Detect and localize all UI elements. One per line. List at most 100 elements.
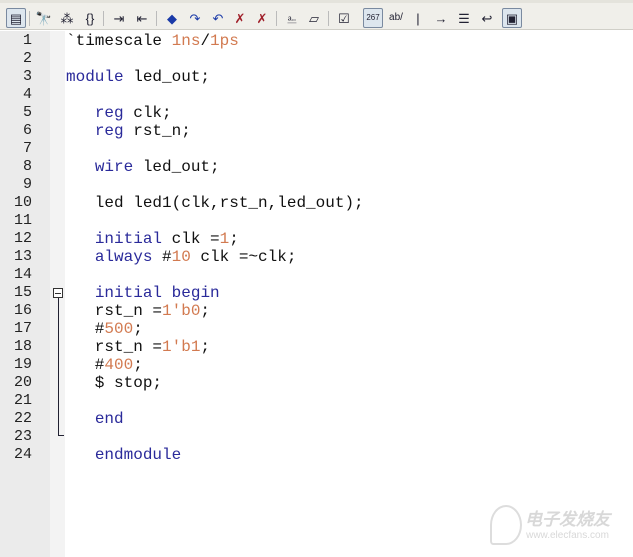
- line-number: 18: [13, 338, 32, 355]
- view-icon[interactable]: ▣: [502, 8, 522, 28]
- code-line[interactable]: always #10 clk =~clk;: [66, 248, 297, 266]
- line-number: 4: [22, 86, 32, 103]
- options-icon[interactable]: ▤: [6, 8, 26, 28]
- number-token: 1ps: [210, 32, 239, 50]
- code-token: led_out;: [123, 68, 211, 86]
- code-token: #: [66, 356, 105, 374]
- code-line[interactable]: end: [66, 410, 124, 428]
- code-line[interactable]: #500;: [66, 320, 143, 338]
- line-number: 13: [13, 248, 32, 265]
- line-number: 24: [13, 446, 32, 463]
- scroll-icon[interactable]: ▱: [304, 8, 324, 28]
- number-token: 10: [171, 248, 191, 266]
- match-brace-icon[interactable]: {}: [80, 8, 100, 28]
- code-token: ;: [133, 320, 143, 338]
- line-number: 22: [13, 410, 32, 427]
- line-number: 11: [13, 212, 32, 229]
- line-number: 6: [22, 122, 32, 139]
- code-token: rst_n;: [123, 122, 191, 140]
- toolbar-separator: [156, 11, 157, 26]
- toolbar: ▤ 🔭 ⁂{} ⇥ ⇤ ◆ ↷ ↶ ✗ ✗ ⎁ ▱ ☑ 267 ab/| → ☰ ↩ ▣: [0, 0, 633, 30]
- code-line[interactable]: reg rst_n;: [66, 122, 191, 140]
- bookmark-next-icon[interactable]: ↷: [185, 8, 205, 28]
- line-number: 12: [13, 230, 32, 247]
- find-icon[interactable]: 🔭: [34, 8, 54, 28]
- number-token: 1: [219, 230, 230, 248]
- code-token: clk;: [123, 104, 172, 122]
- bookmark-toggle-icon[interactable]: ◆: [162, 8, 182, 28]
- keyword-token: begin: [171, 284, 220, 302]
- cursor-icon[interactable]: |: [408, 8, 428, 28]
- bookmark-prev-icon[interactable]: ↶: [208, 8, 228, 28]
- line-number: 5: [22, 104, 32, 121]
- code-token: rst_n =: [66, 338, 163, 356]
- show-whitespace-icon[interactable]: →: [431, 8, 451, 28]
- keyword-token: wire: [94, 158, 134, 176]
- code-token: ;: [133, 356, 143, 374]
- line-number: 1: [22, 32, 32, 49]
- code-line[interactable]: $ stop;: [66, 374, 162, 392]
- line-number: 20: [13, 374, 32, 391]
- code-line[interactable]: led led1(clk,rst_n,led_out);: [66, 194, 364, 212]
- code-token: ;: [200, 302, 211, 320]
- code-line[interactable]: rst_n =1'b1;: [66, 338, 210, 356]
- number-token: 1ns: [171, 32, 201, 50]
- line-number: 10: [13, 194, 32, 211]
- code-token: #: [66, 320, 105, 338]
- check-document-icon[interactable]: ☑: [334, 8, 354, 28]
- wrap-lines-icon[interactable]: ↩: [477, 8, 497, 28]
- code-token: #: [152, 248, 172, 266]
- code-token: rst_n =: [66, 302, 163, 320]
- watermark: 电子发烧友 www.elecfans.com: [490, 505, 610, 545]
- line-number: 15: [13, 284, 32, 301]
- keyword-token: initial: [94, 230, 163, 248]
- watermark-logo-icon: [490, 505, 522, 545]
- line-number: 23: [13, 428, 32, 445]
- number-token: 1'b0: [162, 302, 201, 320]
- toolbar-separator: [328, 11, 329, 26]
- indent-icon[interactable]: ⇥: [109, 8, 129, 28]
- outdent-icon[interactable]: ⇤: [132, 8, 152, 28]
- code-line[interactable]: wire led_out;: [66, 158, 220, 176]
- keyword-token: reg: [94, 122, 124, 140]
- code-line[interactable]: module led_out;: [66, 68, 210, 86]
- line-number: 17: [13, 320, 32, 337]
- watermark-brand: 电子发烧友: [525, 510, 610, 529]
- line-number: 21: [13, 392, 32, 409]
- line-number: 9: [22, 176, 32, 193]
- code-line[interactable]: `timescale 1ns/1ps: [66, 32, 239, 50]
- keyword-token: module: [66, 68, 124, 86]
- paperclip-icon[interactable]: ⎁: [282, 8, 302, 28]
- toolbar-separator: [276, 11, 277, 26]
- code-line[interactable]: reg clk;: [66, 104, 172, 122]
- word-wrap-icon[interactable]: ab/: [386, 8, 406, 28]
- line-number: 14: [13, 266, 32, 283]
- keyword-token: endmodule: [94, 446, 182, 464]
- collapse-icon[interactable]: [53, 288, 63, 298]
- fold-range-end: [58, 435, 64, 436]
- code-line[interactable]: #400;: [66, 356, 143, 374]
- code-line[interactable]: endmodule: [66, 446, 181, 464]
- indent-guides-icon[interactable]: ☰: [454, 8, 474, 28]
- bookmark-clear-icon[interactable]: ✗: [230, 8, 250, 28]
- code-line[interactable]: initial clk =1;: [66, 230, 239, 248]
- number-token: 400: [104, 356, 134, 374]
- number-token: 500: [104, 320, 134, 338]
- code-line[interactable]: initial begin: [66, 284, 220, 302]
- replace-icon[interactable]: ⁂: [57, 8, 77, 28]
- line-number: 8: [22, 158, 32, 175]
- code-token: clk =~clk;: [190, 248, 297, 266]
- code-line[interactable]: rst_n =1'b0;: [66, 302, 210, 320]
- keyword-token: always: [94, 248, 153, 266]
- bookmark-clear-all-icon[interactable]: ✗: [252, 8, 272, 28]
- code-token: /: [200, 32, 211, 50]
- code-token: ;: [229, 230, 239, 248]
- line-numbers-icon[interactable]: 267: [363, 8, 383, 28]
